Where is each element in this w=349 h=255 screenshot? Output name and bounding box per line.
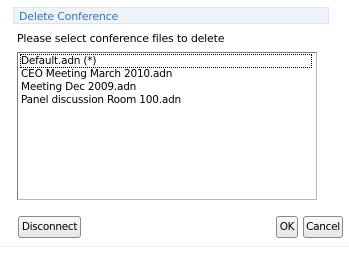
list-item[interactable]: Meeting Dec 2009.adn — [21, 81, 136, 93]
cancel-button[interactable]: Cancel — [303, 216, 343, 238]
bottom-divider — [0, 246, 349, 247]
instruction-text: Please select conference files to delete — [17, 32, 225, 45]
ok-button[interactable]: OK — [276, 216, 298, 238]
dialog-title: Delete Conference — [19, 10, 119, 23]
list-item[interactable]: Panel discussion Room 100.adn — [21, 94, 181, 106]
list-item[interactable]: Default.adn (*) — [20, 54, 312, 68]
disconnect-button[interactable]: Disconnect — [18, 216, 81, 238]
list-item[interactable]: CEO Meeting March 2010.adn — [21, 68, 172, 80]
conference-files-list[interactable]: Default.adn (*) CEO Meeting March 2010.a… — [17, 52, 317, 200]
